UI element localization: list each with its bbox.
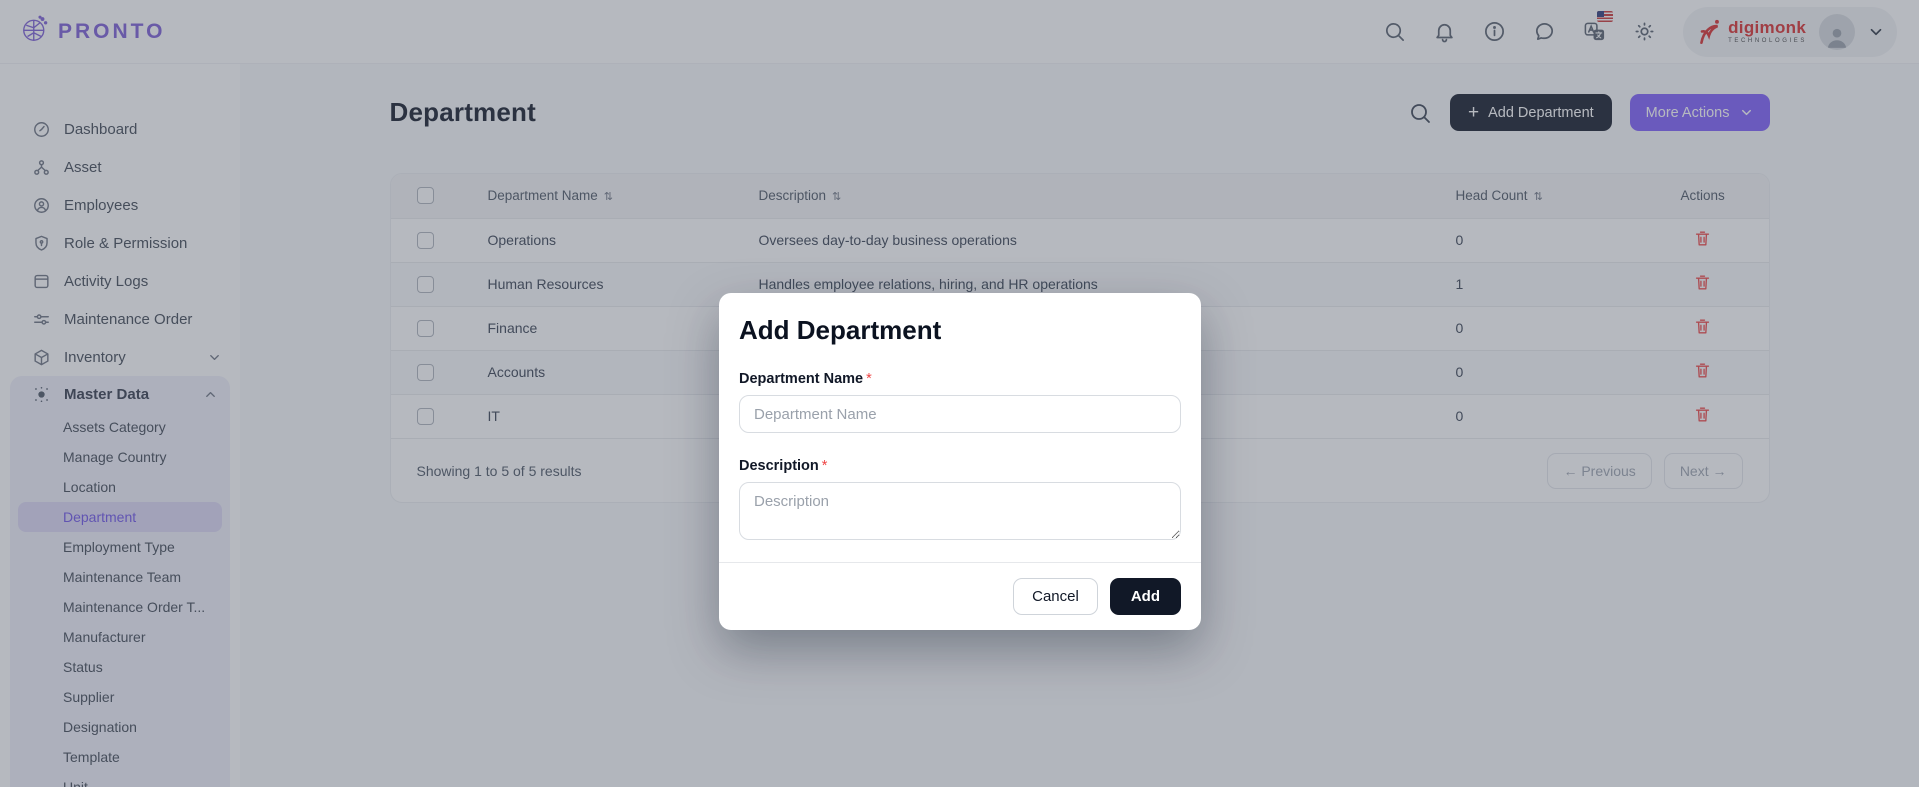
- modal-title: Add Department: [739, 315, 942, 345]
- required-asterisk: *: [821, 458, 828, 474]
- cancel-button[interactable]: Cancel: [1013, 578, 1098, 615]
- add-department-modal: Add Department Department Name* Descript…: [719, 293, 1201, 630]
- required-asterisk: *: [866, 371, 872, 387]
- department-name-label: Department Name *: [739, 371, 872, 387]
- description-textarea[interactable]: [739, 482, 1181, 540]
- department-name-input[interactable]: [739, 395, 1181, 433]
- add-button[interactable]: Add: [1109, 578, 1181, 615]
- description-label: Description *: [739, 458, 828, 474]
